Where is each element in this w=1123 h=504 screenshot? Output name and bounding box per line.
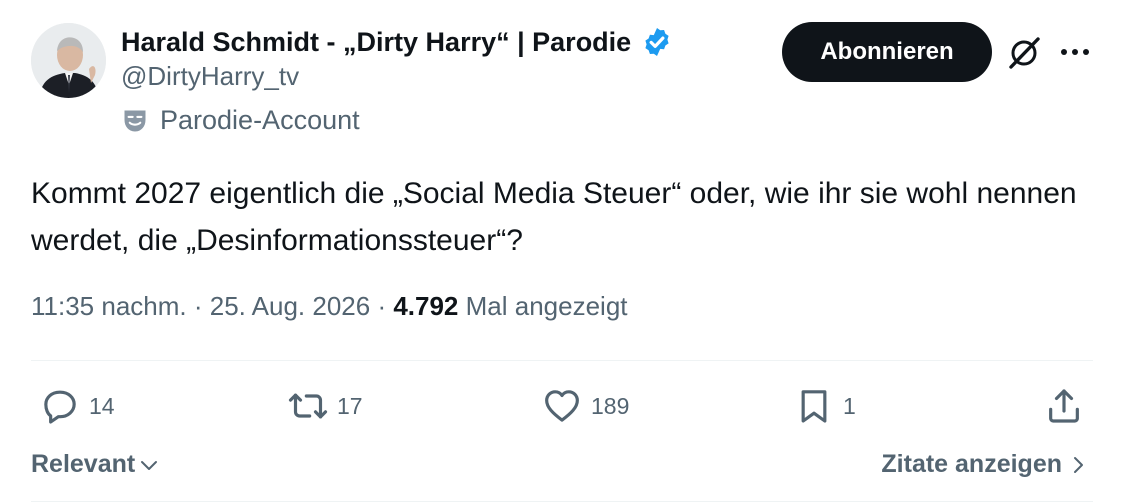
like-count: 189 xyxy=(591,392,630,419)
view-quotes-link[interactable]: Zitate anzeigen xyxy=(881,450,1088,479)
meta-separator: · xyxy=(186,291,210,321)
theater-mask-icon xyxy=(124,110,146,131)
tweet-text: Kommt 2027 eigentlich die „Social Media … xyxy=(31,177,1077,257)
grok-icon[interactable] xyxy=(1005,34,1043,72)
author-handle[interactable]: @DirtyHarry_tv xyxy=(121,61,299,92)
chevron-right-icon xyxy=(1074,456,1083,473)
more-options-icon[interactable] xyxy=(1056,36,1094,68)
tweet-meta: 11:35 nachm. · 25. Aug. 2026 · 4.792 Mal… xyxy=(31,291,628,322)
reply-icon xyxy=(44,390,76,424)
repost-icon xyxy=(288,393,328,419)
meta-separator: · xyxy=(370,291,394,321)
verified-badge-icon xyxy=(645,28,669,56)
share-icon xyxy=(1049,389,1079,423)
share-button[interactable] xyxy=(1044,384,1084,428)
heart-icon xyxy=(545,390,579,422)
parody-account-label[interactable]: Parodie-Account xyxy=(121,105,360,136)
views-count[interactable]: 4.792 xyxy=(393,291,458,321)
avatar[interactable] xyxy=(31,23,106,98)
chevron-down-icon xyxy=(141,460,158,470)
follow-button[interactable]: Abonnieren xyxy=(782,22,992,82)
divider xyxy=(31,501,1093,502)
bookmark-count: 1 xyxy=(843,392,856,419)
parody-label-text: Parodie-Account xyxy=(160,105,360,135)
avatar-image xyxy=(31,23,106,98)
repost-button[interactable]: 17 xyxy=(288,384,363,428)
divider xyxy=(31,360,1093,361)
reply-count: 14 xyxy=(89,392,115,419)
reply-button[interactable]: 14 xyxy=(40,384,115,428)
views-label: Mal angezeigt xyxy=(465,291,628,321)
sort-label: Relevant xyxy=(31,450,136,478)
bookmark-icon xyxy=(801,390,827,423)
bookmark-button[interactable]: 1 xyxy=(794,384,856,428)
sort-replies-dropdown[interactable]: Relevant xyxy=(31,450,159,479)
like-button[interactable]: 189 xyxy=(542,384,629,428)
quotes-label: Zitate anzeigen xyxy=(881,450,1062,478)
tweet-time[interactable]: 11:35 nachm. xyxy=(31,291,187,321)
author-name-row[interactable]: Harald Schmidt - „Dirty Harry“ | Parodie xyxy=(121,24,673,60)
tweet-date[interactable]: 25. Aug. 2026 xyxy=(210,291,370,321)
repost-count: 17 xyxy=(337,392,363,419)
author-display-name[interactable]: Harald Schmidt - „Dirty Harry“ | Parodie xyxy=(121,27,631,58)
